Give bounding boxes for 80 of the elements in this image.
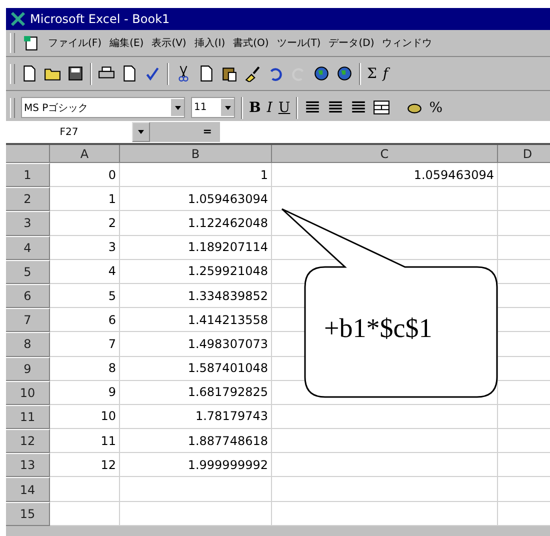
- clipboard-icon[interactable]: [221, 65, 238, 82]
- table-cell[interactable]: 1: [120, 163, 272, 188]
- table-cell[interactable]: 1.498307073: [120, 332, 272, 356]
- row-header[interactable]: 4: [6, 236, 50, 260]
- underline-button[interactable]: U: [278, 100, 290, 116]
- merge-icon[interactable]: [373, 99, 390, 116]
- table-cell[interactable]: 1.999999992: [120, 453, 272, 478]
- bold-button[interactable]: B: [249, 100, 261, 116]
- table-cell[interactable]: 1: [50, 187, 120, 212]
- document-icon[interactable]: [23, 34, 40, 52]
- caret-icon: [224, 104, 232, 112]
- globe-icon[interactable]: [336, 65, 353, 82]
- menu-item[interactable]: 書式(O): [233, 36, 269, 50]
- table-cell[interactable]: 1.334839852: [120, 284, 272, 308]
- window-title: Microsoft Excel - Book1: [30, 12, 170, 26]
- table-cell[interactable]: 11: [50, 429, 120, 454]
- table-cell[interactable]: 1.887748618: [120, 429, 272, 454]
- doc-icon[interactable]: [21, 65, 38, 82]
- column-header[interactable]: C: [272, 145, 498, 163]
- row-header[interactable]: 5: [6, 260, 50, 284]
- table-cell[interactable]: 1.189207114: [120, 236, 272, 260]
- excel-logo-icon: [10, 11, 26, 27]
- row-header[interactable]: 7: [6, 308, 50, 332]
- italic-button[interactable]: I: [266, 100, 272, 116]
- menu-item[interactable]: 挿入(I): [194, 36, 226, 50]
- menu-item[interactable]: ファイル(F): [48, 36, 102, 50]
- menu-item[interactable]: 編集(E): [110, 36, 144, 50]
- brush-icon[interactable]: [244, 65, 261, 82]
- menu-item[interactable]: データ(D): [328, 36, 374, 50]
- row-header[interactable]: 12: [6, 429, 50, 454]
- autosum-button[interactable]: Σ: [367, 66, 377, 82]
- table-cell[interactable]: 6: [50, 308, 120, 332]
- menu-item[interactable]: 表示(V): [152, 36, 186, 50]
- column-header[interactable]: D: [498, 145, 550, 163]
- row-header[interactable]: 15: [6, 502, 50, 526]
- table-cell[interactable]: 3: [50, 236, 120, 260]
- row-header[interactable]: 8: [6, 332, 50, 356]
- equals-sign[interactable]: =: [150, 122, 220, 142]
- table-cell[interactable]: 1.122462048: [120, 211, 272, 236]
- table-cell[interactable]: 10: [50, 404, 120, 430]
- menu-item[interactable]: ツール(T): [276, 36, 321, 50]
- table-cell[interactable]: 7: [50, 332, 120, 356]
- table-cell[interactable]: 5: [50, 284, 120, 308]
- table-cell[interactable]: 1.059463094: [120, 187, 272, 212]
- table-cell[interactable]: 1.78179743: [120, 404, 272, 430]
- row-header[interactable]: 1: [6, 163, 50, 188]
- menu-item[interactable]: ウィンドウ: [382, 36, 432, 50]
- font-size-dropdown[interactable]: 11: [191, 97, 235, 118]
- check-icon[interactable]: [144, 65, 161, 82]
- table-cell[interactable]: 1.414213558: [120, 308, 272, 332]
- font-dropdown[interactable]: MS Pゴシック: [21, 97, 185, 118]
- percent-button[interactable]: %: [429, 100, 442, 116]
- table-cell[interactable]: 2: [50, 211, 120, 236]
- doc-icon[interactable]: [121, 65, 138, 82]
- row-header[interactable]: 6: [6, 284, 50, 308]
- row-header[interactable]: 3: [6, 211, 50, 236]
- table-cell[interactable]: 9: [50, 380, 120, 405]
- row-header[interactable]: 11: [6, 404, 50, 430]
- table-cell[interactable]: 0: [50, 163, 120, 188]
- callout-text: +b1*$c$1: [324, 313, 432, 344]
- row-header[interactable]: 13: [6, 453, 50, 478]
- row-header[interactable]: 14: [6, 477, 50, 502]
- table-cell[interactable]: 4: [50, 260, 120, 284]
- table-cell[interactable]: 8: [50, 356, 120, 381]
- row-header[interactable]: 9: [6, 356, 50, 381]
- table-cell[interactable]: 1.681792825: [120, 380, 272, 405]
- doc-icon[interactable]: [198, 65, 215, 82]
- column-header[interactable]: B: [120, 145, 272, 163]
- function-button[interactable]: f: [382, 66, 388, 82]
- table-cell[interactable]: 1.259921048: [120, 260, 272, 284]
- table-cell[interactable]: 1.587401048: [120, 356, 272, 381]
- caret-icon[interactable]: [137, 128, 145, 136]
- column-header[interactable]: A: [50, 145, 120, 163]
- table-cell[interactable]: 1.059463094: [272, 163, 498, 188]
- row-header[interactable]: 2: [6, 187, 50, 212]
- select-all-corner[interactable]: [6, 145, 50, 163]
- row-header[interactable]: 10: [6, 380, 50, 405]
- globe-icon[interactable]: [313, 65, 330, 82]
- caret-icon: [174, 104, 182, 112]
- table-cell[interactable]: 12: [50, 453, 120, 478]
